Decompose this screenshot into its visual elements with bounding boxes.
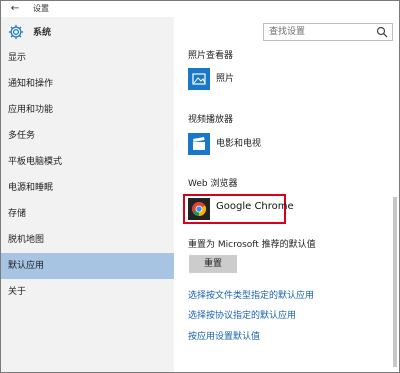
settings-window: ← 设置 系统 显示 通知和操作 应用和功能 多任务 平板电脑模式 电源和睡眠 … <box>0 0 400 373</box>
search-input[interactable]: 查找设置 <box>263 23 393 41</box>
photos-app-name[interactable]: 照片 <box>216 73 234 85</box>
sidebar-item-power-sleep[interactable]: 电源和睡眠 <box>1 175 174 201</box>
sidebar-nav: 显示 通知和操作 应用和功能 多任务 平板电脑模式 电源和睡眠 存储 脱机地图 … <box>1 45 174 305</box>
chrome-app-tile[interactable] <box>188 198 210 220</box>
choose-by-file-type-link[interactable]: 选择按文件类型指定的默认应用 <box>188 290 314 302</box>
search-placeholder: 查找设置 <box>269 27 306 37</box>
web-browser-heading: Web 浏览器 <box>188 179 238 189</box>
movies-tv-app-name[interactable]: 电影和电视 <box>216 138 261 150</box>
chrome-icon <box>192 202 207 217</box>
sidebar-item-tablet-mode[interactable]: 平板电脑模式 <box>1 149 174 175</box>
sidebar-item-multitasking[interactable]: 多任务 <box>1 123 174 149</box>
chrome-app-name[interactable]: Google Chrome <box>216 201 294 213</box>
set-defaults-by-app-link[interactable]: 按应用设置默认值 <box>188 331 260 343</box>
gear-icon <box>8 24 24 40</box>
reset-heading: 重置为 Microsoft 推荐的默认值 <box>188 240 316 250</box>
section-title: 系统 <box>33 28 52 38</box>
movies-tv-app-tile[interactable] <box>188 133 210 155</box>
sidebar-item-default-apps[interactable]: 默认应用 <box>1 253 174 279</box>
sidebar-item-display[interactable]: 显示 <box>1 45 174 71</box>
window-title: 设置 <box>33 4 49 13</box>
sidebar-item-about[interactable]: 关于 <box>1 279 174 305</box>
choose-by-protocol-link[interactable]: 选择按协议指定的默认应用 <box>188 310 296 322</box>
video-player-heading: 视频播放器 <box>188 115 234 125</box>
sidebar-item-notifications[interactable]: 通知和操作 <box>1 71 174 97</box>
clapperboard-icon <box>193 137 205 150</box>
sidebar: 系统 显示 通知和操作 应用和功能 多任务 平板电脑模式 电源和睡眠 存储 脱机… <box>1 17 174 372</box>
photos-icon <box>192 73 206 85</box>
scrollbar[interactable] <box>393 197 397 367</box>
reset-button[interactable]: 重置 <box>189 255 237 273</box>
back-button[interactable]: ← <box>7 2 23 16</box>
section-header: 系统 <box>1 21 174 45</box>
photo-viewer-heading: 照片查看器 <box>188 51 234 61</box>
title-bar: ← 设置 <box>1 1 399 17</box>
sidebar-item-storage[interactable]: 存储 <box>1 201 174 227</box>
sidebar-item-offline-maps[interactable]: 脱机地图 <box>1 227 174 253</box>
sidebar-item-apps-features[interactable]: 应用和功能 <box>1 97 174 123</box>
search-icon <box>376 26 388 38</box>
photos-app-tile[interactable] <box>188 68 210 90</box>
